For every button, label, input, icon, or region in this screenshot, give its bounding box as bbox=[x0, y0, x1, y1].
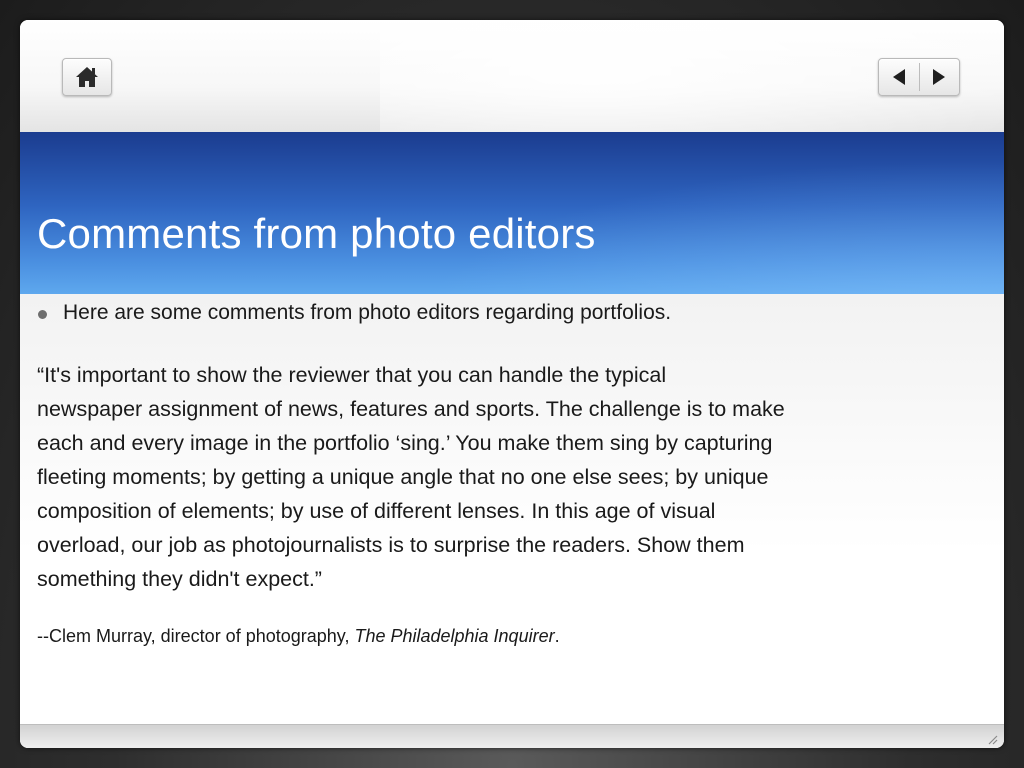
attribution-publication: The Philadelphia Inquirer bbox=[354, 626, 555, 646]
slide-navigation bbox=[878, 58, 960, 96]
quote-line: newspaper assignment of news, features a… bbox=[37, 397, 785, 421]
quote-line: overload, our job as photojournalists is… bbox=[37, 533, 745, 557]
top-toolbar bbox=[20, 20, 1004, 160]
home-icon bbox=[76, 67, 98, 87]
editor-quote: “It's important to show the reviewer tha… bbox=[37, 358, 952, 596]
previous-slide-button[interactable] bbox=[879, 59, 919, 95]
home-button[interactable] bbox=[62, 58, 112, 96]
quote-line: composition of elements; by use of diffe… bbox=[37, 499, 716, 523]
quote-line: something they didn't expect.” bbox=[37, 567, 322, 591]
triangle-left-icon bbox=[892, 69, 905, 85]
quote-line: “It's important to show the reviewer tha… bbox=[37, 363, 667, 387]
bullet-item: Here are some comments from photo editor… bbox=[38, 301, 671, 325]
resize-grip-icon[interactable] bbox=[986, 733, 998, 745]
attribution-period: . bbox=[554, 626, 560, 646]
next-slide-button[interactable] bbox=[919, 59, 959, 95]
quote-line: fleeting moments; by getting a unique an… bbox=[37, 465, 769, 489]
triangle-right-icon bbox=[933, 69, 946, 85]
bullet-text: Here are some comments from photo editor… bbox=[63, 301, 672, 324]
quote-line: each and every image in the portfolio ‘s… bbox=[37, 431, 773, 455]
bullet-icon bbox=[38, 309, 47, 319]
slide-title: Comments from photo editors bbox=[37, 210, 596, 257]
quote-attribution: --Clem Murray, director of photography, … bbox=[37, 626, 560, 647]
bottom-bar bbox=[20, 724, 1004, 748]
attribution-name: --Clem Murray, director of photography, bbox=[37, 626, 355, 646]
